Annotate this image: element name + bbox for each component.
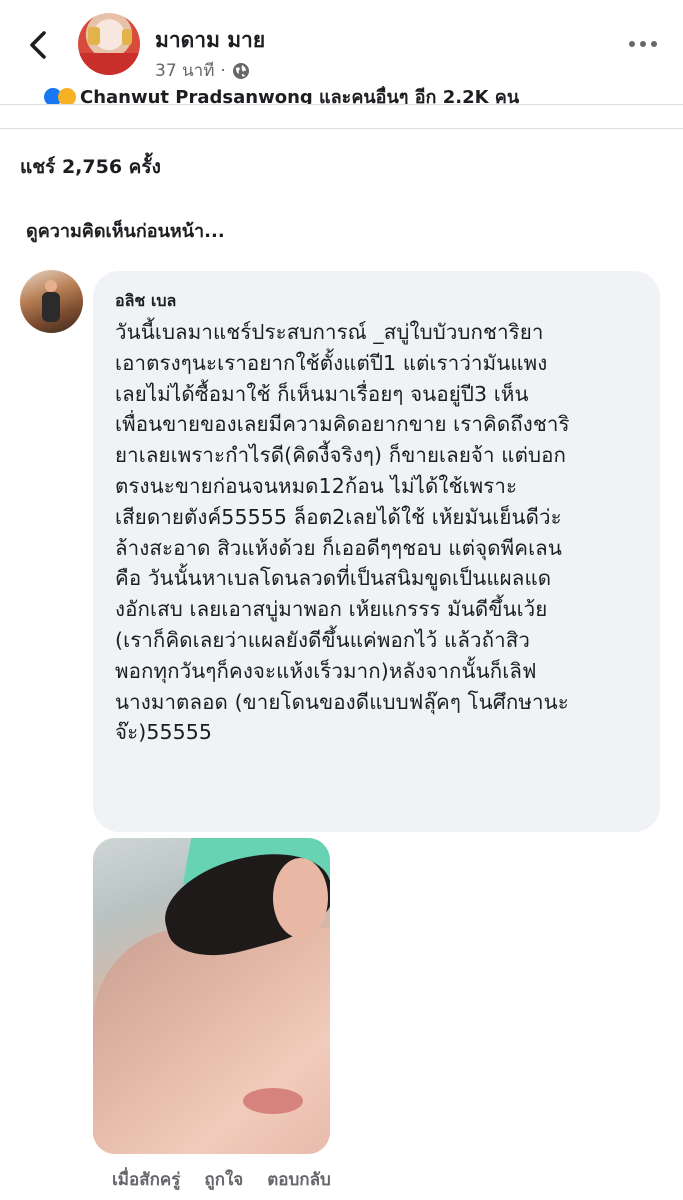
divider [0, 128, 683, 129]
reactions-summary[interactable]: Chanwut Pradsanwong และคนอื่นๆ อีก 2.2K … [0, 86, 683, 104]
comment-author[interactable]: อลิช เบล [115, 289, 176, 314]
comment-actions: เมื่อสักครู่ ถูกใจ ตอบกลับ [112, 1166, 331, 1193]
divider [0, 104, 683, 105]
page-name[interactable]: มาดาม มาย [155, 24, 265, 57]
comment-text: วันนี้เบลมาแชร์ประสบการณ์ _สบู่ใบบัวบกชา… [115, 320, 570, 745]
reactors-names: Chanwut Pradsanwong และคนอื่นๆ อีก 2.2K … [80, 87, 520, 104]
globe-icon [232, 62, 249, 79]
comment-photo[interactable] [93, 838, 330, 1154]
comment-time[interactable]: เมื่อสักครู่ [112, 1166, 180, 1193]
post-header: มาดาม มาย 37 นาที · [0, 0, 683, 100]
post-time[interactable]: 37 นาที [155, 57, 214, 84]
page-avatar[interactable] [78, 13, 140, 75]
shares-count[interactable]: แชร์ 2,756 ครั้ง [20, 152, 161, 182]
more-options-icon[interactable] [628, 36, 658, 52]
commenter-avatar[interactable] [20, 270, 83, 333]
like-button[interactable]: ถูกใจ [204, 1166, 243, 1193]
post-meta: 37 นาที · [155, 57, 250, 84]
back-arrow-icon[interactable] [22, 28, 54, 62]
comment-bubble: อลิช เบล วันนี้เบลมาแชร์ประสบการณ์ _สบู่… [93, 271, 660, 832]
view-previous-comments-link[interactable]: ดูความคิดเห็นก่อนหน้า... [26, 216, 225, 245]
reply-button[interactable]: ตอบกลับ [267, 1166, 331, 1193]
meta-separator: · [220, 60, 226, 81]
haha-reaction-icon [58, 88, 76, 104]
